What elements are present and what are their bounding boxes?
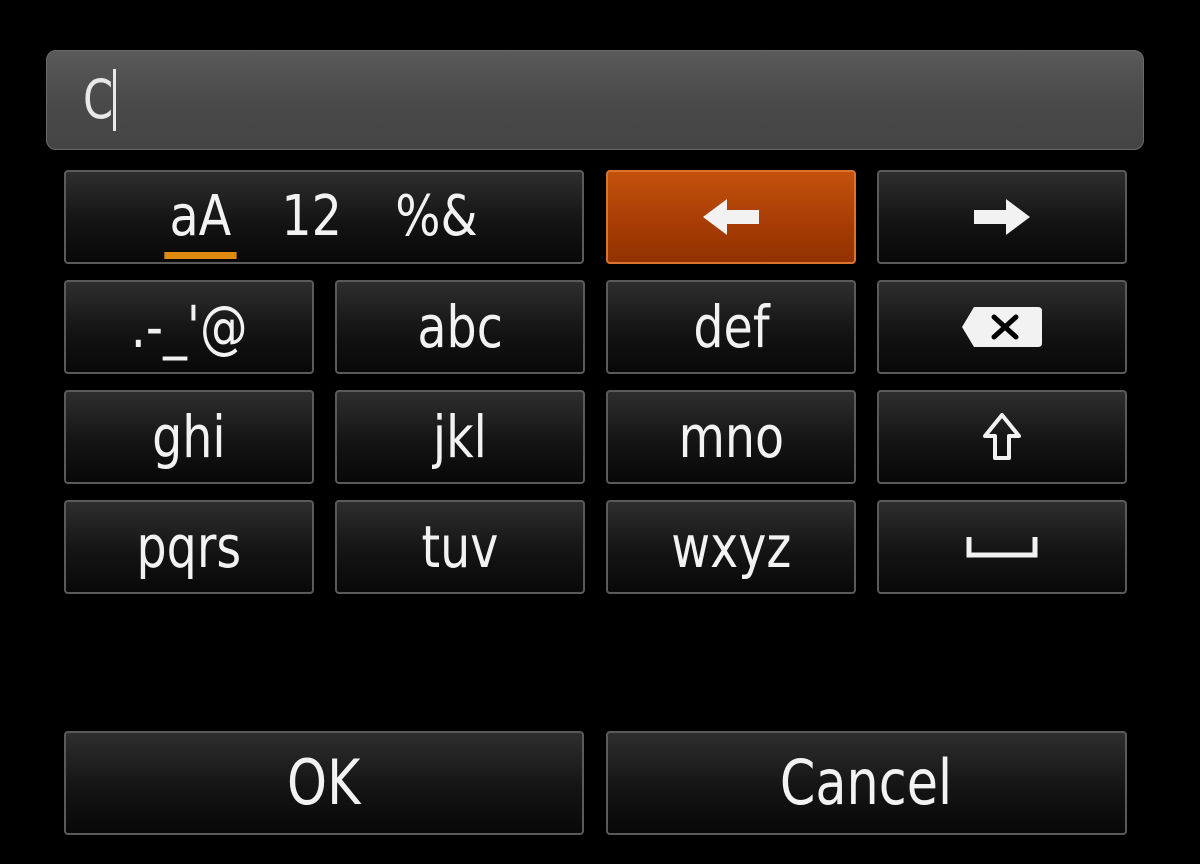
cancel-button[interactable]: Cancel [606, 731, 1127, 835]
key-tuv-label: tuv [421, 513, 499, 581]
key-wxyz[interactable]: wxyz [606, 500, 856, 594]
backspace-icon [960, 305, 1044, 349]
mode-letters-label: aA [169, 184, 231, 249]
key-def[interactable]: def [606, 280, 856, 374]
mode-symbols[interactable]: %& [395, 189, 477, 245]
key-ghi[interactable]: ghi [64, 390, 314, 484]
backspace-button[interactable] [877, 280, 1127, 374]
arrow-right-icon [972, 197, 1032, 237]
mode-letters[interactable]: aA [163, 189, 236, 259]
mode-numbers[interactable]: 12 [282, 189, 343, 245]
arrow-left-icon [701, 197, 761, 237]
key-jkl-label: jkl [433, 403, 487, 471]
space-icon [966, 535, 1038, 559]
key-symbols-label: .-_'@ [130, 293, 248, 361]
key-def-label: def [692, 293, 770, 361]
key-jkl[interactable]: jkl [335, 390, 585, 484]
input-mode-selector[interactable]: aA 12 %& [64, 170, 584, 264]
key-pqrs-label: pqrs [136, 513, 242, 581]
shift-icon [982, 412, 1022, 462]
key-ghi-label: ghi [152, 403, 226, 471]
cancel-button-label: Cancel [780, 746, 953, 819]
key-wxyz-label: wxyz [670, 513, 792, 581]
active-mode-underline [163, 252, 236, 259]
text-input-value: C [83, 68, 114, 131]
cursor-right-button[interactable] [877, 170, 1127, 264]
key-tuv[interactable]: tuv [335, 500, 585, 594]
ok-button-label: OK [287, 746, 361, 819]
key-abc-label: abc [417, 293, 503, 361]
space-button[interactable] [877, 500, 1127, 594]
shift-button[interactable] [877, 390, 1127, 484]
ok-button[interactable]: OK [64, 731, 584, 835]
text-input-field[interactable]: C [46, 50, 1144, 150]
cursor-left-button[interactable] [606, 170, 856, 264]
key-pqrs[interactable]: pqrs [64, 500, 314, 594]
key-symbols[interactable]: .-_'@ [64, 280, 314, 374]
key-abc[interactable]: abc [335, 280, 585, 374]
key-mno[interactable]: mno [606, 390, 856, 484]
key-mno-label: mno [678, 403, 784, 471]
